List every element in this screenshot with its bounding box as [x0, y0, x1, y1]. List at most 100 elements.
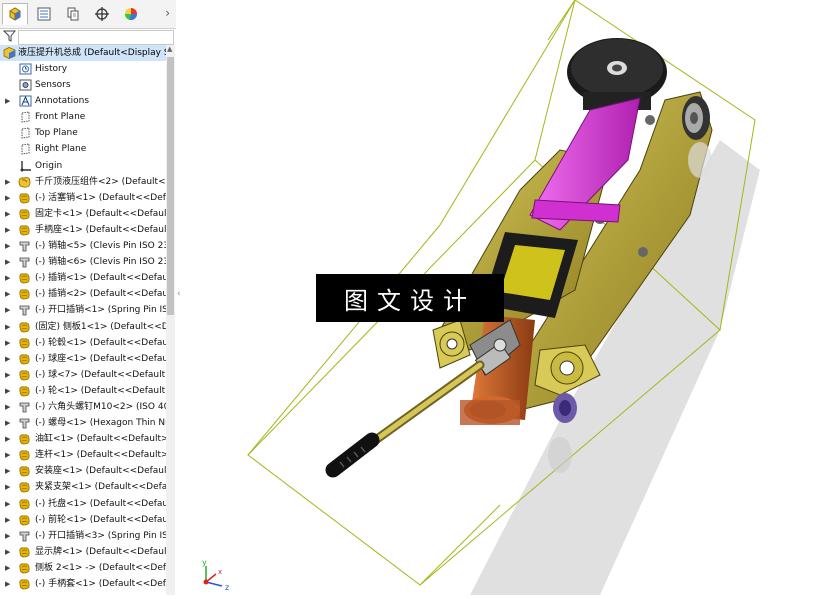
tree-item[interactable]: ▶ 侧板 2<1> -> (Default<<Defau [0, 560, 166, 576]
triad-z-label: z [225, 583, 229, 592]
tree-item-label: (-) 轮毂<1> (Default<<Default [35, 337, 166, 348]
part-icon [18, 562, 31, 574]
part-icon [18, 498, 31, 510]
tree-item[interactable]: ▶ (-) 销轴<6> (Clevis Pin ISO 234 [0, 254, 166, 270]
tree-item[interactable]: ▶ (-) 插销<2> (Default<<Default [0, 286, 166, 302]
tree-item[interactable]: ▶ (-) 销轴<5> (Clevis Pin ISO 234 [0, 238, 166, 254]
tree-item[interactable]: ▶ 手柄座<1> (Default<<Default> [0, 222, 166, 238]
dimxpert-manager-tab[interactable] [89, 3, 115, 25]
expand-arrow-icon[interactable]: ▶ [5, 351, 10, 367]
tree-item[interactable]: ▶ (-) 轮毂<1> (Default<<Default [0, 335, 166, 351]
configuration-manager-tab[interactable] [60, 3, 86, 25]
expand-arrow-icon[interactable]: ▶ [5, 302, 10, 318]
feature-filter [0, 29, 176, 45]
part-icon [18, 433, 31, 445]
tree-item[interactable]: ▶ 显示牌<1> (Default<<Default> [0, 544, 166, 560]
tree-item[interactable]: ▶ 夹紧支架<1> (Default<<Defau [0, 479, 166, 495]
expand-arrow-icon[interactable]: ▶ [5, 512, 10, 528]
tree-item[interactable]: ▶ (-) 螺母<1> (Hexagon Thin Nu [0, 415, 166, 431]
tree-item[interactable]: ▶ (-) 活塞销<1> (Default<<Defa [0, 190, 166, 206]
expand-arrow-icon[interactable]: ▶ [5, 319, 10, 335]
tree-item[interactable]: ▶ (-) 六角头螺钉M10<2> (ISO 40 [0, 399, 166, 415]
panel-splitter[interactable]: ‹ [176, 0, 184, 595]
expand-arrow-icon[interactable]: ▶ [5, 335, 10, 351]
filter-icon[interactable] [3, 29, 17, 43]
tree-item[interactable]: ▶ (-) 前轮<1> (Default<<Default [0, 512, 166, 528]
assembly-icon [3, 47, 16, 59]
tree-item-label: (-) 销轴<5> (Clevis Pin ISO 234 [35, 241, 166, 252]
tree-item[interactable]: Top Plane [0, 125, 166, 141]
expand-arrow-icon[interactable]: ▶ [5, 431, 10, 447]
tree-item[interactable]: ▶ 千斤顶液压组件<2> (Default<< [0, 174, 166, 190]
expand-arrow-icon[interactable]: ▶ [5, 254, 10, 270]
tree-item[interactable]: Right Plane [0, 141, 166, 157]
tree-item[interactable]: ▶ (-) 球<7> (Default<<Default>_ [0, 367, 166, 383]
expand-arrow-icon[interactable]: ▶ [5, 544, 10, 560]
tree-item[interactable]: ▶ (-) 球座<1> (Default<<Default [0, 351, 166, 367]
tree-item[interactable]: ▶ (-) 轮<1> (Default<<Default>_ [0, 383, 166, 399]
tree-item-label: (-) 插销<1> (Default<<Default [35, 273, 166, 284]
expand-arrow-icon[interactable]: ▶ [5, 367, 10, 383]
filter-input[interactable] [18, 30, 174, 45]
tree-item-label: (-) 销轴<6> (Clevis Pin ISO 234 [35, 257, 166, 268]
tree-item[interactable]: History [0, 61, 166, 77]
triad-x-label: x [218, 568, 222, 576]
expand-arrow-icon[interactable]: ▶ [5, 270, 10, 286]
property-manager-tab[interactable] [31, 3, 57, 25]
expand-arrow-icon[interactable]: ▶ [5, 383, 10, 399]
tree-item[interactable]: ▶ (-) 插销<1> (Default<<Default [0, 270, 166, 286]
expand-arrow-icon[interactable]: ▶ [5, 560, 10, 576]
tree-item[interactable]: Origin [0, 158, 166, 174]
expand-arrow-icon[interactable]: ▶ [5, 222, 10, 238]
part-icon [18, 337, 31, 349]
toolbox-part-icon [18, 240, 31, 252]
expand-arrow-icon[interactable]: ▶ [5, 479, 10, 495]
expand-arrow-icon[interactable]: ▶ [5, 528, 10, 544]
tree-item[interactable]: ▶ (-) 开口插销<3> (Spring Pin ISO [0, 528, 166, 544]
expand-arrow-icon[interactable]: ▶ [5, 190, 10, 206]
tree-item-label: Sensors [35, 80, 71, 91]
tree-item[interactable]: ▶ (-) 手柄套<1> (Default<<Defau [0, 576, 166, 592]
tree-root-assembly[interactable]: 液压提升机总成 (Default<Display S [0, 45, 166, 61]
tree-item[interactable]: Sensors [0, 77, 166, 93]
tree-item[interactable]: Front Plane [0, 109, 166, 125]
history-icon [19, 63, 32, 75]
tree-item-label: Right Plane [35, 144, 87, 155]
tree-item[interactable]: ▶ (固定) 侧板1<1> (Default<<De [0, 319, 166, 335]
part-icon [18, 192, 31, 204]
expand-arrow-icon[interactable]: ▶ [5, 286, 10, 302]
expand-arrow-icon[interactable]: ▶ [5, 174, 10, 190]
expand-arrow-icon[interactable]: ▶ [5, 496, 10, 512]
expand-arrow-icon[interactable]: ▶ [5, 576, 10, 592]
expand-arrow-icon[interactable]: ▶ [5, 415, 10, 431]
expand-arrow-icon[interactable]: ▶ [5, 399, 10, 415]
tree-item[interactable]: ▶ (-) 托盘<1> (Default<<Default [0, 496, 166, 512]
scroll-up-icon[interactable]: ▲ [167, 45, 172, 53]
tree-item-label: (-) 轮<1> (Default<<Default>_ [35, 385, 166, 396]
toolbox-part-icon [18, 256, 31, 268]
plane-icon [19, 127, 32, 139]
display-manager-tab[interactable] [118, 3, 144, 25]
more-tabs-chevron-icon[interactable]: › [165, 6, 170, 20]
tree-item-label: 夹紧支架<1> (Default<<Defau [35, 482, 166, 493]
expand-arrow-icon[interactable]: ▶ [5, 93, 10, 109]
tree-item[interactable]: ▶ Annotations [0, 93, 166, 109]
expand-arrow-icon[interactable]: ▶ [5, 206, 10, 222]
expand-arrow-icon[interactable]: ▶ [5, 463, 10, 479]
tree-item-label: (-) 插销<2> (Default<<Default [35, 289, 166, 300]
tree-item[interactable]: ▶ 固定卡<1> (Default<<Default> [0, 206, 166, 222]
tree-item[interactable]: ▶ (-) 开口插销<1> (Spring Pin ISO [0, 302, 166, 318]
property-manager-icon [37, 7, 51, 21]
expand-arrow-icon[interactable]: ▶ [5, 238, 10, 254]
tree-item[interactable]: ▶ 油缸<1> (Default<<Default>_I [0, 431, 166, 447]
expand-arrow-icon[interactable]: ▶ [5, 447, 10, 463]
tree-scrollbar[interactable]: ▲ [166, 45, 175, 595]
collapse-panel-icon[interactable]: ‹ [177, 289, 181, 299]
feature-tree-tab[interactable] [2, 3, 28, 25]
tree-item[interactable]: ▶ 连杆<1> (Default<<Default>_I [0, 447, 166, 463]
tree-item[interactable]: ▶ 安装座<1> (Default<<Default> [0, 463, 166, 479]
tree-item-label: Top Plane [35, 128, 78, 139]
scrollbar-thumb[interactable] [167, 57, 174, 315]
tree-item-label: 油缸<1> (Default<<Default>_I [35, 434, 166, 445]
tree-item-label: 侧板 2<1> -> (Default<<Defau [35, 562, 166, 573]
